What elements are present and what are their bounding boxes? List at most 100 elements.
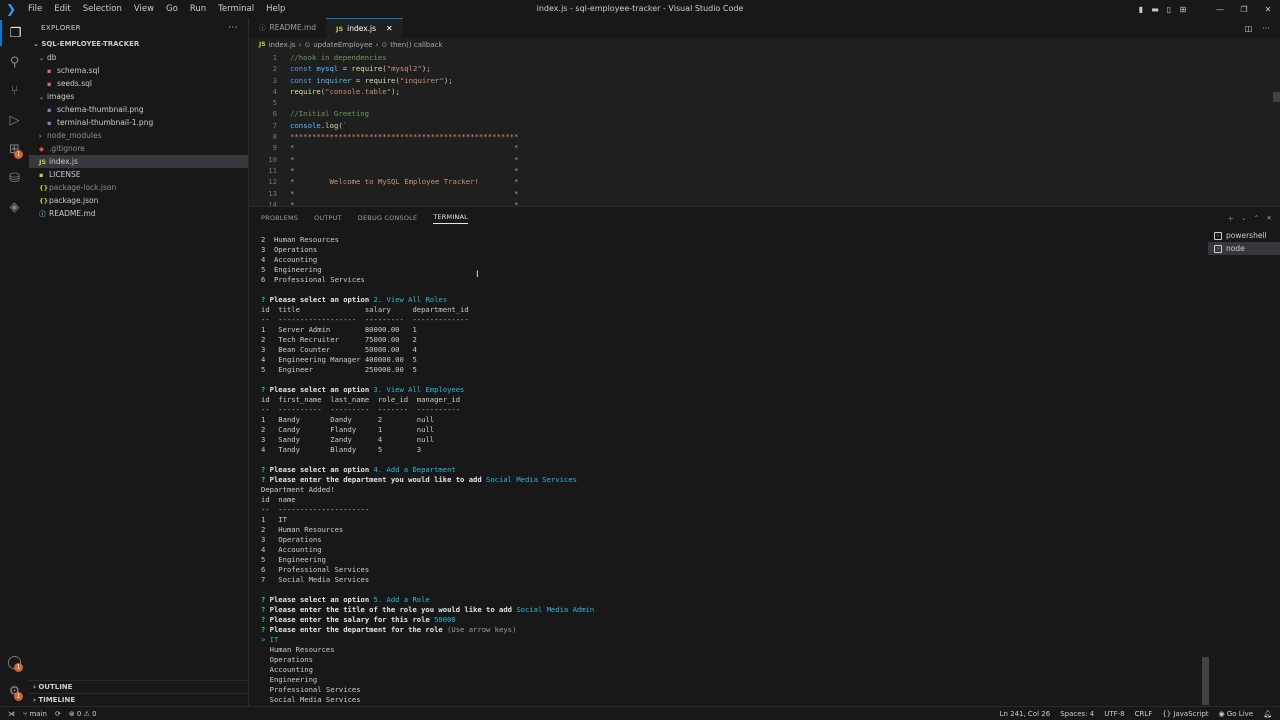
vscode-logo-icon[interactable]: ❯ <box>0 0 22 18</box>
menu-item-view[interactable]: View <box>128 4 160 14</box>
extensions-icon[interactable]: ⊞ 1 <box>0 136 29 162</box>
minimize-icon[interactable]: — <box>1208 5 1232 14</box>
toggle-sidebar-icon[interactable]: ▮ <box>1134 5 1148 14</box>
file-tree-label: README.md <box>49 209 96 218</box>
terminal-text: ? <box>261 295 270 304</box>
terminal-line: ? Please select an option 2. View All Ro… <box>261 295 1201 305</box>
more-actions-icon[interactable]: ··· <box>228 18 238 38</box>
split-editor-icon[interactable]: ◫ <box>1245 24 1253 33</box>
sync-icon[interactable]: ⟳ <box>55 710 61 718</box>
terminal-line: 2 Human Resources <box>261 235 1201 245</box>
restore-icon[interactable]: ❐ <box>1232 5 1256 14</box>
code-line: 6 //Initial Greeting <box>249 108 1280 119</box>
terminal-text: > IT <box>261 635 279 644</box>
breadcrumb-item[interactable]: index.js <box>269 38 296 52</box>
layers-icon[interactable]: ◈ <box>0 194 29 220</box>
database-icon[interactable]: ⛁ <box>0 165 29 191</box>
menu-item-go[interactable]: Go <box>160 4 184 14</box>
remote-icon[interactable]: ⋊ <box>8 710 15 718</box>
notifications-icon[interactable]: 🔔︎ <box>1263 710 1272 718</box>
chevron-down-icon[interactable]: ⌄ <box>1241 214 1247 222</box>
terminal-text: 6 Professional Services <box>261 565 370 574</box>
maximize-panel-icon[interactable]: ⌃ <box>1254 214 1260 222</box>
file-tree-item[interactable]: {}package-lock.json <box>29 181 248 194</box>
terminal-line: 4 Accounting <box>261 545 1201 555</box>
menu-item-run[interactable]: Run <box>184 4 212 14</box>
new-terminal-icon[interactable]: ＋ <box>1227 213 1234 223</box>
file-tree-label: package.json <box>49 196 99 205</box>
menu-item-selection[interactable]: Selection <box>77 4 128 14</box>
encoding[interactable]: UTF-8 <box>1104 710 1124 718</box>
toggle-panel-icon[interactable]: ▬ <box>1148 5 1162 14</box>
tab-problems[interactable]: PROBLEMS <box>261 214 298 222</box>
source-control-icon[interactable]: ⑂ <box>0 78 29 104</box>
manage-gear-icon[interactable]: ⚙ 1 <box>0 678 29 704</box>
file-tree-item[interactable]: ▪ seeds.sql <box>29 77 248 90</box>
terminal-line: 6 Professional Services <box>261 275 1201 285</box>
toggle-secondary-sidebar-icon[interactable]: ▯ <box>1162 5 1176 14</box>
file-tree-item[interactable]: ▪ schema-thumbnail.png <box>29 103 248 116</box>
branch-item[interactable]: ⑂ main <box>23 710 47 718</box>
file-tree-item[interactable]: ⌄ images <box>29 90 248 103</box>
tab-readme[interactable]: ⓘ README.md <box>249 18 326 38</box>
terminal-text: 3 Bean Counter 50000.00 4 <box>261 345 417 354</box>
timeline-section[interactable]: › TIMELINE <box>29 693 249 706</box>
breadcrumb-item[interactable]: updateEmployee <box>313 38 372 52</box>
close-tab-icon[interactable]: ✕ <box>386 19 393 39</box>
file-tree-label: index.js <box>49 157 78 166</box>
customize-layout-icon[interactable]: ⊞ <box>1176 5 1190 14</box>
file-tree-item[interactable]: ▪ LICENSE <box>29 168 248 181</box>
run-debug-icon[interactable]: ▷ <box>0 107 29 133</box>
project-root[interactable]: ⌄ SQL-EMPLOYEE-TRACKER <box>29 38 248 51</box>
terminal-text: (Use arrow keys) <box>447 625 517 634</box>
line-number: 5 <box>272 98 277 108</box>
tab-output[interactable]: OUTPUT <box>314 214 342 222</box>
code-text: * Welcome to MySQL Employee Tracker! * <box>277 176 518 187</box>
terminal-line: ? Please select an option 4. Add a Depar… <box>261 465 1201 475</box>
code-line: 9 * * <box>249 142 1280 153</box>
menu-item-file[interactable]: File <box>22 4 48 14</box>
search-icon[interactable]: ⚲ <box>0 49 29 75</box>
accounts-icon[interactable]: ◯ 1 <box>0 649 29 675</box>
minimap-slider[interactable] <box>1273 92 1280 102</box>
cursor-position[interactable]: Ln 241, Col 26 <box>1000 710 1051 718</box>
terminal-scrollbar[interactable] <box>1202 657 1209 705</box>
panel-actions: ＋ ⌄ ⌃ ✕ <box>1227 207 1272 229</box>
code-editor[interactable]: 1//hook in dependencies 2 const mysql = re… <box>249 52 1280 206</box>
file-tree-item[interactable]: JS index.js <box>29 155 248 168</box>
menu-item-edit[interactable]: Edit <box>48 4 76 14</box>
status-bar: ⋊ ⑂ main ⟳ ⊗ 0 ⚠ 0 Ln 241, Col 26 Spaces… <box>0 706 1280 720</box>
terminal-text: Operations <box>261 655 313 664</box>
terminal-instance-powershell[interactable]: › powershell <box>1208 229 1280 242</box>
terminal-output[interactable]: 2 Human Resources 3 Operations 4 Accountin… <box>261 235 1201 705</box>
terminal-text: Please enter the department you would li… <box>269 475 487 484</box>
terminal-line: id first_name last_name role_id manager_… <box>261 395 1201 405</box>
file-tree-item[interactable]: › node_modules <box>29 129 248 142</box>
file-tree-item[interactable]: ⓘ README.md <box>29 207 248 220</box>
tab-terminal[interactable]: TERMINAL <box>433 213 468 224</box>
breadcrumb-item[interactable]: then() callback <box>390 38 442 52</box>
menu-item-help[interactable]: Help <box>260 4 291 14</box>
terminal-text: 1 Server Admin 80000.00 1 <box>261 325 417 334</box>
file-tree-item[interactable]: ⌄ db <box>29 51 248 64</box>
problems-status[interactable]: ⊗ 0 ⚠ 0 <box>69 710 97 718</box>
tab-debug-console[interactable]: DEBUG CONSOLE <box>358 214 418 222</box>
indentation[interactable]: Spaces: 4 <box>1060 710 1094 718</box>
file-tree-item[interactable]: ◆ .gitignore <box>29 142 248 155</box>
more-actions-icon[interactable]: ··· <box>1262 24 1270 33</box>
files-icon[interactable]: ❐ <box>0 20 29 46</box>
close-window-icon[interactable]: ✕ <box>1256 5 1280 14</box>
end-of-line[interactable]: CRLF <box>1135 710 1153 718</box>
file-tree-item[interactable]: ▪ terminal-thumbnail-1.png <box>29 116 248 129</box>
menu-item-terminal[interactable]: Terminal <box>212 4 260 14</box>
markdown-file-icon: ⓘ <box>259 24 266 32</box>
file-tree-item[interactable]: ▪ schema.sql <box>29 64 248 77</box>
file-tree-item[interactable]: {}package.json <box>29 194 248 207</box>
terminal-instance-node[interactable]: › node <box>1208 242 1280 255</box>
go-live-button[interactable]: ◉ Go Live <box>1219 710 1254 718</box>
tab-index-js[interactable]: JS index.js ✕ <box>326 18 403 38</box>
outline-section[interactable]: › OUTLINE <box>29 680 249 693</box>
language-mode[interactable]: {} JavaScript <box>1162 710 1208 718</box>
close-panel-icon[interactable]: ✕ <box>1266 214 1272 222</box>
code-text: * * <box>277 188 518 199</box>
